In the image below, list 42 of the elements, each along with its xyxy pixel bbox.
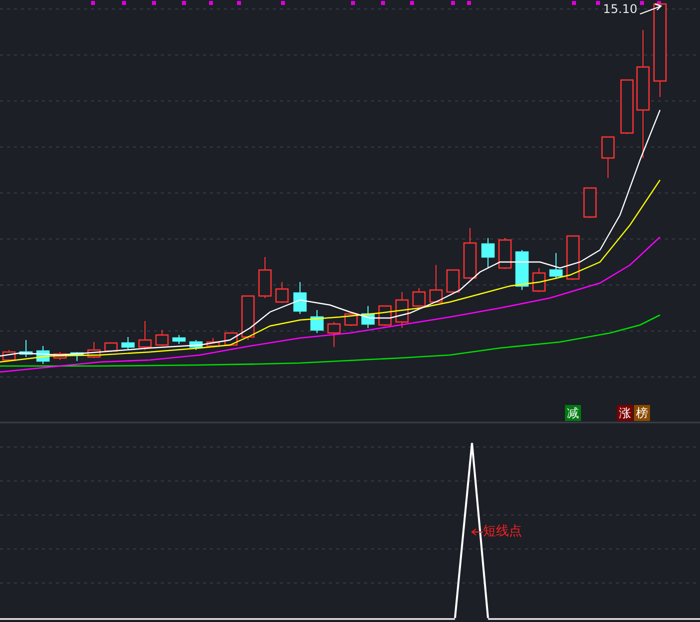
candlestick <box>36 346 50 364</box>
candlestick <box>155 330 169 346</box>
annotation-label: 短线点 <box>483 524 522 540</box>
signal-tag: 减 <box>565 405 581 421</box>
high-price-label: 15.10 <box>603 2 638 16</box>
candlestick <box>310 310 324 334</box>
candlestick <box>172 334 186 344</box>
candlestick <box>498 238 512 270</box>
candlestick <box>549 252 563 280</box>
candlestick <box>206 338 220 348</box>
candlestick <box>601 136 615 178</box>
candlestick <box>70 352 84 362</box>
candlestick <box>412 288 426 308</box>
leader-line <box>640 3 662 15</box>
candlestick <box>104 342 118 352</box>
signal-tag: 涨 <box>617 405 633 421</box>
candlestick <box>241 295 255 340</box>
candlestick <box>446 269 460 294</box>
candlestick <box>53 352 67 360</box>
arrow-icon <box>471 528 484 536</box>
candlestick <box>620 79 634 134</box>
candlestick <box>583 187 597 218</box>
candlestick <box>344 312 358 326</box>
candlestick <box>481 238 495 268</box>
signal-tag: 榜 <box>634 405 650 421</box>
candlestick <box>378 305 392 326</box>
candlestick <box>121 336 135 350</box>
candlestick <box>395 292 409 328</box>
candlestick <box>293 282 307 314</box>
candlestick <box>275 282 289 304</box>
candlestick <box>19 340 33 358</box>
candlestick <box>515 250 529 290</box>
candlestick <box>463 228 477 280</box>
candlestick <box>429 264 443 304</box>
candlestick <box>327 322 341 348</box>
candlestick <box>566 235 580 280</box>
candlestick <box>532 268 546 292</box>
candlestick <box>189 340 203 350</box>
candlestick <box>87 342 101 358</box>
candlestick <box>138 320 152 350</box>
candlestick <box>258 256 272 298</box>
candlestick <box>361 306 375 328</box>
